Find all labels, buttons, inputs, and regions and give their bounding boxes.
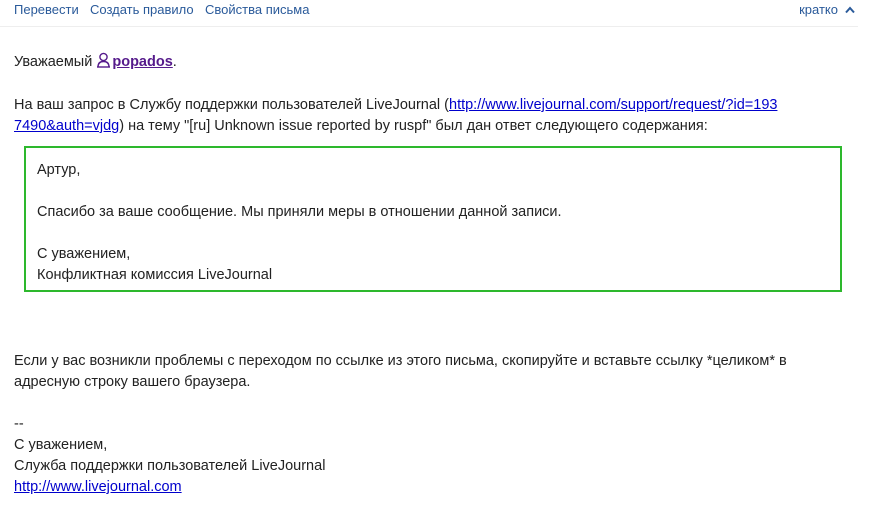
quote-signature: Конфликтная комиссия LiveJournal [37, 267, 273, 283]
quote-salutation: Артур, [37, 162, 81, 178]
request-link-part1[interactable]: http://www.livejournal.com/support/reque… [449, 97, 777, 113]
signature-regards: С уважением, [14, 437, 108, 453]
quote-message: Спасибо за ваше сообщение. Мы приняли ме… [37, 204, 562, 220]
create-rule-button[interactable]: Создать правило [90, 2, 194, 17]
username-link[interactable]: popados [112, 54, 172, 70]
greeting-suffix: . [172, 54, 177, 70]
user-icon[interactable] [96, 52, 111, 68]
greeting-line: Уважаемый popados. [14, 52, 177, 73]
problem-note-line-2: адресную строку вашего браузера. [14, 374, 251, 390]
brief-toggle[interactable]: кратко [799, 2, 856, 17]
livejournal-link[interactable]: http://www.livejournal.com [14, 479, 182, 495]
quote-regards: С уважением, [37, 246, 131, 262]
signature-team: Служба поддержки пользователей LiveJourn… [14, 458, 326, 474]
signature-link-line: http://www.livejournal.com [14, 477, 182, 498]
problem-note-line-1: Если у вас возникли проблемы с переходом… [14, 353, 787, 369]
translate-button[interactable]: Перевести [14, 2, 79, 17]
message-toolbar: Перевести Создать правило Свойства письм… [0, 0, 858, 27]
message-properties-button[interactable]: Свойства письма [205, 2, 309, 17]
intro-line-1: На ваш запрос в Службу поддержки пользов… [14, 95, 777, 116]
request-link-part2[interactable]: 7490&auth=vjdg [14, 118, 119, 134]
intro-text-1: На ваш запрос в Службу поддержки пользов… [14, 97, 449, 113]
brief-label: кратко [799, 2, 838, 17]
intro-line-2: 7490&auth=vjdg) на тему "[ru] Unknown is… [14, 116, 708, 137]
signature-separator: -- [14, 416, 24, 432]
intro-text-2: ) на тему "[ru] Unknown issue reported b… [119, 118, 708, 134]
chevron-up-icon [845, 5, 855, 13]
quoted-reply-box: Артур, Спасибо за ваше сообщение. Мы при… [24, 146, 842, 292]
greeting-prefix: Уважаемый [14, 54, 93, 70]
